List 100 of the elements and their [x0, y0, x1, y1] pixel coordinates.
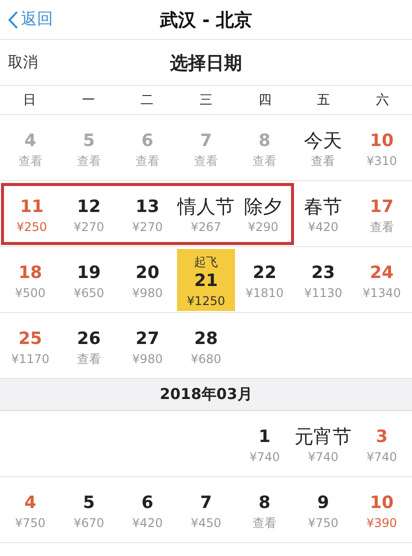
weekday-label: 日	[22, 92, 37, 109]
price-text: ¥750	[15, 514, 46, 532]
holiday-name: 今天	[304, 130, 342, 152]
date-cell[interactable]: 起飞 21 ¥1250	[176, 248, 236, 310]
day-number: 24	[370, 262, 394, 284]
price-text: ¥1170	[11, 350, 50, 368]
price-text: ¥290	[248, 218, 278, 236]
day-number: 19	[77, 262, 101, 284]
day-number: 9	[317, 492, 330, 514]
day-number: 13	[136, 196, 160, 218]
date-cell[interactable]: 6 ¥420	[118, 478, 177, 540]
date-cell[interactable]: 10 ¥390	[352, 478, 412, 540]
holiday-name: 春节	[304, 196, 342, 218]
date-cell[interactable]: 17 查看	[352, 182, 412, 244]
price-text: 查看	[135, 152, 160, 170]
departure-label: 起飞	[194, 254, 218, 270]
price-text: ¥267	[190, 218, 222, 236]
price-text: 查看	[194, 152, 218, 170]
date-cell[interactable]: 18 ¥500	[1, 248, 60, 310]
price-text: ¥450	[190, 514, 222, 532]
date-cell[interactable]: 5 ¥670	[60, 478, 118, 540]
date-cell[interactable]: 今天 查看	[294, 116, 352, 178]
day-number: 12	[77, 196, 101, 218]
day-number: 4	[24, 130, 36, 152]
price-text: ¥1340	[362, 284, 401, 302]
day-number: 3	[376, 426, 388, 448]
date-cell[interactable]: 22 ¥1810	[235, 248, 294, 310]
price-text: 查看	[18, 152, 42, 170]
day-number: 10	[370, 492, 394, 514]
date-cell[interactable]: 13 ¥270	[118, 182, 177, 244]
price-text: 查看	[252, 514, 277, 532]
day-number: 23	[311, 262, 336, 284]
month-header: 2018年03月	[0, 379, 412, 411]
day-number: 25	[18, 328, 42, 350]
date-cell[interactable]: 9 ¥750	[294, 478, 352, 540]
date-cell[interactable]: 除夕 ¥290	[235, 182, 294, 244]
date-cell[interactable]: 4 ¥750	[1, 478, 60, 540]
date-cell[interactable]: 24 ¥1340	[352, 248, 412, 310]
date-cell[interactable]: 元宵节 ¥740	[294, 412, 352, 474]
date-cell[interactable]: 8 查看	[235, 478, 294, 540]
weekday-label: 五	[316, 92, 332, 109]
price-text: ¥670	[74, 514, 104, 532]
day-number: 22	[252, 262, 276, 284]
date-cell[interactable]: 7 ¥450	[176, 478, 236, 540]
picker-title: 选择日期	[170, 52, 242, 74]
day-number: 1	[258, 426, 271, 448]
price-text: ¥740	[249, 448, 280, 466]
date-cell[interactable]: 25 ¥1170	[1, 314, 60, 376]
day-number: 21	[194, 270, 218, 292]
day-number: 17	[370, 196, 394, 218]
price-text: ¥390	[366, 514, 398, 532]
cancel-button[interactable]: 取消	[0, 53, 46, 72]
price-text: ¥980	[132, 284, 163, 302]
date-cell[interactable]: 情人节 ¥267	[176, 182, 236, 244]
price-text: 查看	[370, 218, 394, 236]
date-cell[interactable]: 23 ¥1130	[294, 248, 352, 310]
weekday-label: 三	[198, 92, 214, 109]
day-number: 28	[194, 328, 218, 350]
date-cell[interactable]: 27 ¥980	[118, 314, 177, 376]
route-title: 武汉 - 北京	[160, 10, 252, 30]
price-text: ¥1130	[304, 284, 342, 302]
weekday-label: 六	[375, 92, 390, 109]
date-cell[interactable]: 26 查看	[60, 314, 118, 376]
price-text: ¥680	[190, 350, 222, 368]
weekday-label: 四	[257, 92, 272, 109]
date-cell[interactable]: 3 ¥740	[352, 412, 412, 474]
day-number: 18	[18, 262, 42, 284]
date-cell[interactable]: 春节 ¥420	[294, 182, 352, 244]
date-cell[interactable]: 10 ¥310	[352, 116, 412, 178]
day-number: 6	[142, 492, 154, 514]
price-text: ¥420	[308, 218, 338, 236]
holiday-name: 除夕	[244, 196, 282, 218]
date-cell[interactable]: 28 ¥680	[176, 314, 236, 376]
price-text: ¥750	[308, 514, 338, 532]
weekday-label: 一	[80, 92, 96, 109]
date-cell[interactable]: 1 ¥740	[235, 412, 294, 474]
day-number: 5	[82, 492, 95, 514]
price-text: 查看	[76, 152, 101, 170]
price-text: 查看	[252, 152, 277, 170]
price-text: 查看	[311, 152, 336, 170]
holiday-name: 情人节	[178, 196, 235, 218]
price-text: ¥500	[15, 284, 46, 302]
holiday-name: 元宵节	[294, 426, 352, 448]
date-cell[interactable]: 12 ¥270	[60, 182, 118, 244]
day-number: 7	[200, 130, 212, 152]
date-cell[interactable]: 19 ¥650	[60, 248, 118, 310]
price-text: ¥980	[132, 350, 163, 368]
price-text: ¥310	[366, 152, 398, 170]
price-text: ¥1810	[246, 284, 284, 302]
price-text: ¥1250	[186, 292, 226, 310]
price-text: ¥740	[366, 448, 398, 466]
weekday-label: 二	[140, 92, 155, 109]
day-number: 11	[20, 196, 44, 218]
day-number: 8	[258, 492, 271, 514]
date-cell[interactable]: 20 ¥980	[118, 248, 177, 310]
day-number: 8	[258, 130, 271, 152]
price-text: ¥250	[16, 218, 48, 236]
date-cell[interactable]: 11 ¥250	[1, 182, 60, 244]
price-text: ¥270	[74, 218, 104, 236]
day-number: 10	[370, 130, 394, 152]
